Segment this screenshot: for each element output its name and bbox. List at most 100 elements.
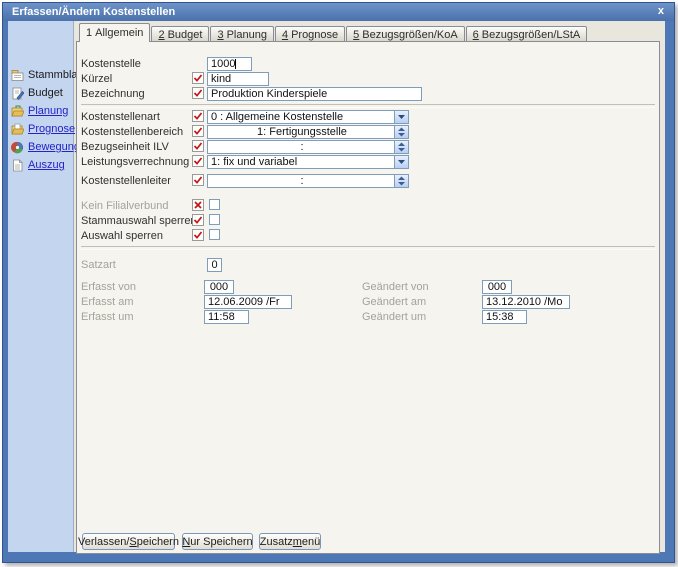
kostenstellenleiter-spinner[interactable]: : <box>207 174 409 188</box>
tab-mnemonic: 1 <box>86 27 92 39</box>
tab-bezugsgroessen-lsta[interactable]: 6Bezugsgrößen/LStA <box>466 26 588 41</box>
button-text: Verlassen/ <box>78 536 129 548</box>
sidebar-item-prognose[interactable]: Prognose <box>11 121 75 137</box>
erfasst-am-field <box>204 295 292 309</box>
window-title: Erfassen/Ändern Kostenstellen <box>12 6 175 18</box>
spinner-value: : <box>211 141 393 153</box>
kostenstellenleiter-label: Kostenstellenleiter <box>81 175 171 187</box>
bezugseinheit-ilv-spinner[interactable]: : <box>207 140 409 154</box>
geaendert-am-field <box>482 295 570 309</box>
open-folder-icon <box>11 105 24 118</box>
verlassen-speichern-button[interactable]: Verlassen/Speichern <box>82 533 175 550</box>
button-text: Zusatz <box>260 536 293 548</box>
text-caret <box>235 59 236 69</box>
edit-cross-icon[interactable] <box>192 199 204 211</box>
tab-label: Allgemein <box>95 27 143 39</box>
leistungsverrechnung-dropdown[interactable]: 1: fix und variabel <box>207 155 409 169</box>
edit-check-icon[interactable] <box>192 72 204 84</box>
sidebar-item-bewegung[interactable]: Bewegung <box>11 139 80 155</box>
tab-label: Planung <box>227 29 267 41</box>
bezeichnung-input[interactable] <box>207 87 422 101</box>
stammauswahl-sperren-label: Stammauswahl sperren <box>81 215 197 227</box>
separator <box>81 104 655 108</box>
tab-label: Bezugsgrößen/KoA <box>362 29 457 41</box>
spinner-value: : <box>211 175 393 187</box>
tab-mnemonic: 5 <box>353 29 359 41</box>
close-icon[interactable]: x <box>658 5 664 17</box>
tab-allgemein[interactable]: 1Allgemein <box>79 23 150 42</box>
edit-check-icon[interactable] <box>192 229 204 241</box>
tab-page-allgemein: Kostenstelle Kürzel Bezeichnung Kostenst… <box>76 41 660 554</box>
tab-mnemonic: 2 <box>158 29 164 41</box>
kostenstellenbereich-spinner[interactable]: 1: Fertigungsstelle <box>207 125 409 139</box>
geaendert-um-label: Geändert um <box>362 311 426 323</box>
button-mnemonic: S <box>129 536 136 548</box>
button-text: ur Speichern <box>190 536 252 548</box>
tab-mnemonic: 6 <box>473 29 479 41</box>
spinner-updown-icon[interactable] <box>394 141 408 153</box>
sidebar-item-planung[interactable]: Planung <box>11 103 68 119</box>
geaendert-von-label: Geändert von <box>362 281 429 293</box>
edit-check-icon[interactable] <box>192 125 204 137</box>
auswahl-sperren-label: Auswahl sperren <box>81 230 163 242</box>
erfasst-von-field <box>204 280 234 294</box>
erfasst-um-field <box>204 310 249 324</box>
window-titlebar[interactable]: Erfassen/Ändern Kostenstellen x <box>3 3 674 21</box>
erfasst-um-label: Erfasst um <box>81 311 134 323</box>
satzart-field <box>207 258 222 272</box>
tab-bar: 1Allgemein 2Budget 3Planung 4Prognose 5B… <box>79 25 588 41</box>
kuerzel-input[interactable] <box>207 72 269 86</box>
edit-check-icon[interactable] <box>192 140 204 152</box>
stammauswahl-sperren-checkbox[interactable] <box>209 214 220 225</box>
edit-check-icon[interactable] <box>192 87 204 99</box>
auswahl-sperren-checkbox[interactable] <box>209 229 220 240</box>
color-wheel-icon <box>11 141 24 154</box>
sidebar-item-label: Bewegung <box>28 141 80 153</box>
tab-prognose[interactable]: 4Prognose <box>275 26 345 41</box>
dropdown-value: 1: fix und variabel <box>211 156 393 168</box>
tab-bezugsgroessen-koa[interactable]: 5Bezugsgrößen/KoA <box>346 26 465 41</box>
button-mnemonic: N <box>182 536 190 548</box>
sidebar-item-stammblatt[interactable]: Stammblatt <box>11 67 84 83</box>
button-text: peichern <box>137 536 179 548</box>
tab-label: Prognose <box>291 29 338 41</box>
folder-doc-icon <box>11 123 24 136</box>
nur-speichern-button[interactable]: Nur Speichern <box>182 533 253 550</box>
zusatzmenue-button[interactable]: Zusatzmenü <box>259 533 321 550</box>
tab-planung[interactable]: 3Planung <box>210 26 274 41</box>
dropdown-value: 0 : Allgemeine Kostenstelle <box>211 111 393 123</box>
sidebar-item-budget[interactable]: Budget <box>11 85 63 101</box>
geaendert-am-label: Geändert am <box>362 296 426 308</box>
kein-filialverbund-checkbox[interactable] <box>209 199 220 210</box>
tab-mnemonic: 4 <box>282 29 288 41</box>
tab-label: Bezugsgrößen/LStA <box>482 29 580 41</box>
kostenstellenbereich-label: Kostenstellenbereich <box>81 126 183 138</box>
kostenstellenart-dropdown[interactable]: 0 : Allgemeine Kostenstelle <box>207 110 409 124</box>
sidebar-item-label: Auszug <box>28 159 65 171</box>
index-card-icon <box>11 69 24 82</box>
spinner-updown-icon[interactable] <box>394 126 408 138</box>
kein-filialverbund-label: Kein Filialverbund <box>81 200 168 212</box>
spinner-updown-icon[interactable] <box>394 175 408 187</box>
bezeichnung-label: Bezeichnung <box>81 88 145 100</box>
kostenstelle-label: Kostenstelle <box>81 58 141 70</box>
dropdown-arrow-icon[interactable] <box>394 111 408 123</box>
document-icon <box>11 159 24 172</box>
edit-check-icon[interactable] <box>192 174 204 186</box>
kostenstellenart-label: Kostenstellenart <box>81 111 160 123</box>
window-content: Stammblatt Budget Planung <box>8 21 665 552</box>
erfasst-am-label: Erfasst am <box>81 296 134 308</box>
button-mnemonic: m <box>293 536 302 548</box>
edit-check-icon[interactable] <box>192 110 204 122</box>
dropdown-arrow-icon[interactable] <box>394 156 408 168</box>
tab-budget[interactable]: 2 Budget <box>151 26 209 41</box>
spinner-value: 1: Fertigungsstelle <box>211 126 393 138</box>
tab-label: Budget <box>168 29 203 41</box>
geaendert-von-field <box>482 280 512 294</box>
edit-check-icon[interactable] <box>192 155 204 167</box>
separator <box>81 246 655 250</box>
kostenstelle-input[interactable] <box>207 57 252 71</box>
sidebar-item-auszug[interactable]: Auszug <box>11 157 65 173</box>
desktop: Erfassen/Ändern Kostenstellen x Stammbla… <box>0 0 678 567</box>
edit-check-icon[interactable] <box>192 214 204 226</box>
